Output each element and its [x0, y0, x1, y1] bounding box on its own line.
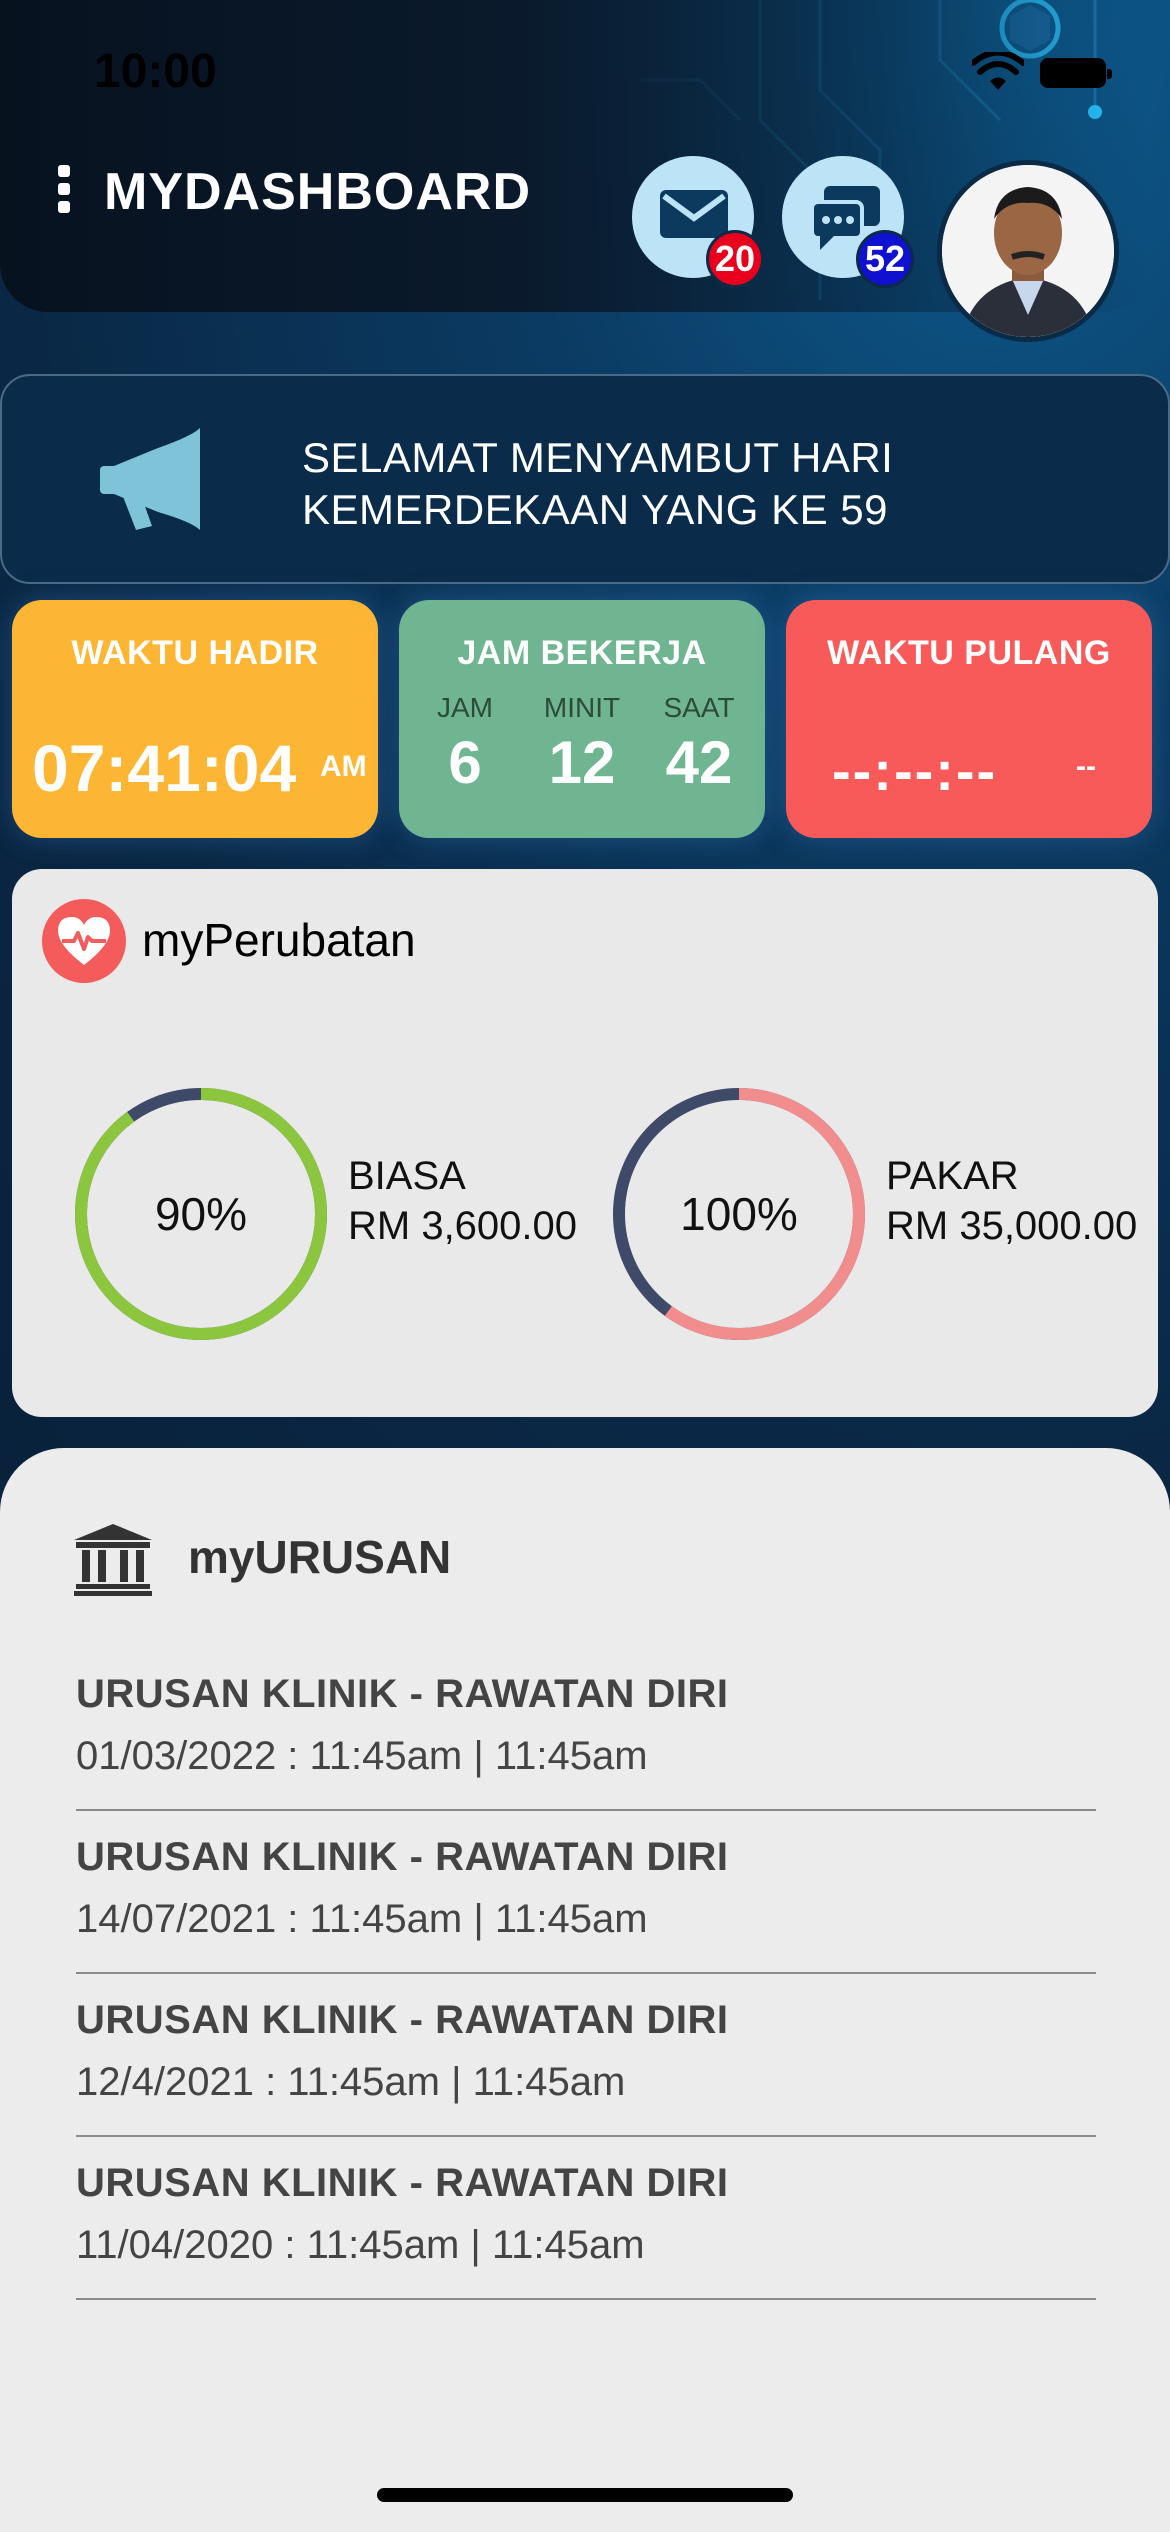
waktu-hadir-card[interactable]: WAKTU HADIR 07:41:04 AM: [12, 600, 378, 838]
myurusan-panel: myURUSAN URUSAN KLINIK - RAWATAN DIRI 01…: [0, 1448, 1170, 2532]
status-time: 10:00: [94, 45, 217, 98]
home-indicator[interactable]: [377, 2488, 793, 2502]
urusan-list-item[interactable]: URUSAN KLINIK - RAWATAN DIRI 12/4/2021 :…: [76, 1974, 1096, 2137]
mail-badge: 20: [706, 230, 764, 288]
myurusan-title: myURUSAN: [188, 1531, 452, 1583]
biasa-label-group: BIASA RM 3,600.00: [348, 1151, 577, 1251]
urusan-item-title: URUSAN KLINIK - RAWATAN DIRI: [76, 2161, 729, 2205]
bank-icon: [74, 1524, 152, 1596]
biasa-amount: RM 3,600.00: [348, 1204, 578, 1248]
chat-badge: 52: [856, 230, 914, 288]
megaphone-icon: [100, 428, 200, 530]
urusan-item-date: 12/4/2021 : 11:45am | 11:45am: [76, 2060, 626, 2104]
wifi-icon: [972, 52, 1024, 90]
announcement-text: SELAMAT MENYAMBUT HARI KEMERDEKAAN YANG …: [302, 434, 894, 533]
waktu-pulang-ampm: --: [1076, 750, 1096, 783]
waktu-pulang-time: --:--:--: [832, 739, 998, 802]
jam-bekerja-card[interactable]: JAM BEKERJA JAM 6 MINIT 12 SAAT 42: [399, 600, 765, 838]
menu-button[interactable]: [58, 165, 72, 219]
waktu-hadir-time: 07:41:04: [32, 731, 297, 805]
app-title: MYDASHBOARD: [104, 163, 531, 221]
user-avatar-icon: [942, 165, 1114, 337]
saat-value: 42: [665, 729, 733, 796]
urusan-item-title: URUSAN KLINIK - RAWATAN DIRI: [76, 1998, 729, 2042]
biasa-label: BIASA: [348, 1154, 466, 1198]
waktu-pulang-card[interactable]: WAKTU PULANG --:--:-- --: [786, 600, 1152, 838]
minit-value: 12: [548, 729, 616, 796]
urusan-item-date: 11/04/2020 : 11:45am | 11:45am: [76, 2223, 645, 2267]
waktu-hadir-ampm: AM: [320, 750, 367, 783]
biasa-ring: 90%: [66, 1079, 336, 1349]
saat-label: SAAT: [663, 692, 735, 723]
urusan-item-date: 14/07/2021 : 11:45am | 11:45am: [76, 1897, 648, 1941]
waktu-hadir-title: WAKTU HADIR: [71, 634, 319, 672]
urusan-item-title: URUSAN KLINIK - RAWATAN DIRI: [76, 1835, 729, 1879]
battery-icon: [1040, 58, 1112, 88]
pakar-label: PAKAR: [886, 1154, 1019, 1198]
waktu-pulang-title: WAKTU PULANG: [827, 634, 1111, 672]
pakar-amount: RM 35,000.00: [886, 1204, 1138, 1248]
urusan-item-date: 01/03/2022 : 11:45am | 11:45am: [76, 1734, 648, 1778]
pakar-ring: 100%: [604, 1079, 874, 1349]
avatar[interactable]: [937, 160, 1119, 342]
urusan-list-item[interactable]: URUSAN KLINIK - RAWATAN DIRI 14/07/2021 …: [76, 1811, 1096, 1974]
jam-label: JAM: [437, 692, 493, 723]
pakar-label-group: PAKAR RM 35,000.00: [886, 1151, 1137, 1251]
urusan-list-item[interactable]: URUSAN KLINIK - RAWATAN DIRI 11/04/2020 …: [76, 2137, 1096, 2300]
myperubatan-title: myPerubatan: [142, 914, 416, 966]
pakar-percent: 100%: [680, 1188, 798, 1240]
announcement-banner[interactable]: SELAMAT MENYAMBUT HARI KEMERDEKAAN YANG …: [0, 374, 1170, 584]
biasa-percent: 90%: [154, 1188, 248, 1240]
urusan-item-title: URUSAN KLINIK - RAWATAN DIRI: [76, 1672, 729, 1716]
heart-icon-circle: [42, 899, 126, 983]
minit-label: MINIT: [543, 692, 621, 723]
heart-pulse-icon: [58, 917, 110, 965]
jam-value: 6: [448, 729, 482, 796]
urusan-list-item[interactable]: URUSAN KLINIK - RAWATAN DIRI 01/03/2022 …: [76, 1648, 1096, 1811]
jam-bekerja-title: JAM BEKERJA: [457, 634, 707, 672]
myperubatan-panel[interactable]: myPerubatan 90% BIASA RM 3,600.00 100% P…: [12, 869, 1158, 1417]
